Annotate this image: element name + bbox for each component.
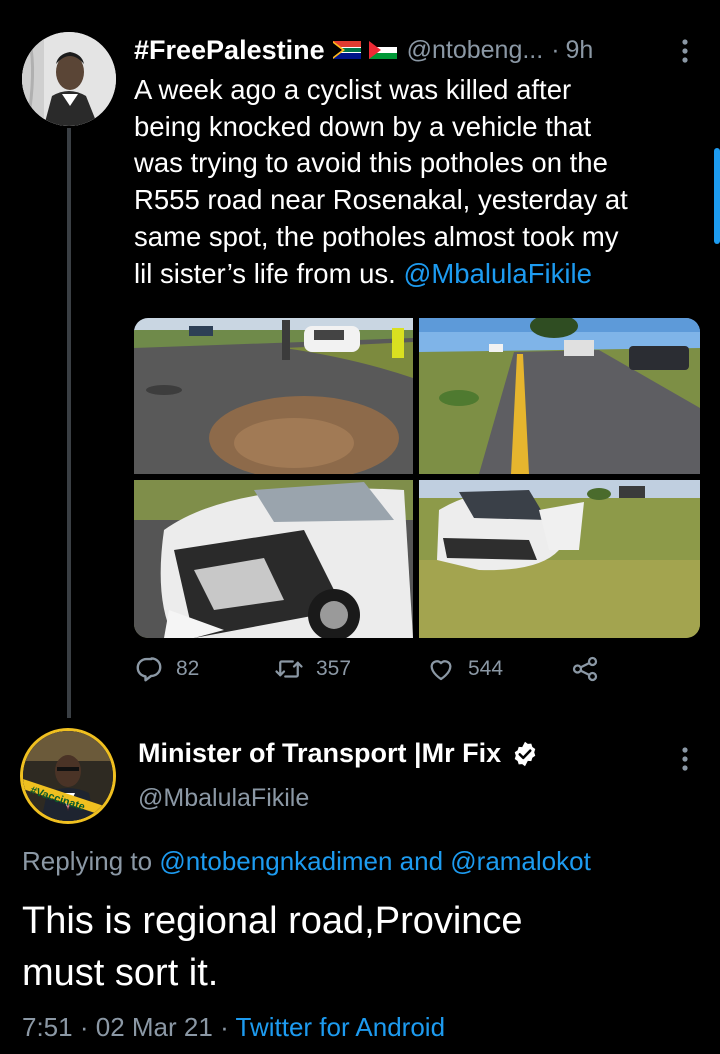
avatar[interactable]: #Vaccinate <box>20 728 116 824</box>
scrollbar[interactable] <box>714 148 720 244</box>
like-button[interactable]: 544 <box>426 654 503 684</box>
verified-icon <box>511 740 539 768</box>
photo-pothole-road[interactable] <box>134 318 413 474</box>
photo-car-in-grass[interactable] <box>419 480 700 638</box>
tweet-text-line: lil sister’s life from us. @MbalulaFikil… <box>134 256 694 293</box>
retweet-icon <box>275 660 303 678</box>
thread-connector-line <box>67 128 71 718</box>
replying-and: and <box>392 846 451 876</box>
separator-dot: · <box>220 1012 229 1042</box>
handle[interactable]: @MbalulaFikile <box>138 784 309 813</box>
time: 7:51 <box>22 1012 73 1042</box>
display-name[interactable]: #FreePalestine <box>134 35 325 66</box>
za-flag-icon <box>332 41 361 59</box>
palestine-flag-icon <box>368 41 397 59</box>
reply-icon <box>136 657 162 682</box>
tweet-text-line: R555 road near Rosenakal, yesterday at <box>134 184 628 216</box>
retweet-button[interactable]: 357 <box>274 654 351 684</box>
tweet-text-line: This is regional road,Province <box>22 900 523 942</box>
separator-dot: · <box>551 35 560 64</box>
tweet-text-line: was trying to avoid this potholes on the <box>134 147 608 179</box>
avatar[interactable] <box>22 32 116 126</box>
more-options-icon[interactable] <box>680 38 690 64</box>
separator-dot: · <box>79 1012 89 1042</box>
handle[interactable]: @ntobeng... <box>407 36 544 65</box>
share-button[interactable] <box>570 654 612 684</box>
mention-link[interactable]: @ntobengnkadimen <box>159 846 392 876</box>
tweet-text-line: same spot, the potholes almost took my <box>134 220 619 252</box>
replying-prefix: Replying to <box>22 846 160 876</box>
more-options-icon[interactable] <box>680 746 690 772</box>
photo-grid <box>134 318 700 638</box>
tweet-text-line: A week ago a cyclist was killed after <box>134 74 572 105</box>
tweet1-text: A week ago a cyclist was killed after be… <box>134 72 694 292</box>
tweet-text-line: must sort it. <box>22 952 219 994</box>
reply-count: 82 <box>176 657 200 680</box>
photo-damaged-car-closeup[interactable] <box>134 480 413 638</box>
tweet-text-line: being knocked down by a vehicle that <box>134 110 592 142</box>
tweet2-text: This is regional road,Province must sort… <box>22 895 702 999</box>
retweet-count: 357 <box>316 657 352 680</box>
mention-link[interactable]: @ramalokot <box>450 846 591 876</box>
tweet2-meta: 7:51 · 02 Mar 21 · Twitter for Android <box>22 1012 445 1043</box>
tweet-text-fragment: lil sister’s life from us. <box>134 257 404 289</box>
tweet2-display-name[interactable]: Minister of Transport |Mr Fix <box>138 738 539 769</box>
photo-road-yellow-line[interactable] <box>419 318 700 474</box>
date: 02 Mar 21 <box>95 1012 213 1042</box>
source-link[interactable]: Twitter for Android <box>236 1012 446 1042</box>
display-name[interactable]: Minister of Transport |Mr Fix <box>138 738 501 769</box>
tweet1-header: #FreePalestine @ntobeng... · 9h <box>134 30 593 70</box>
share-icon <box>572 656 598 682</box>
timestamp[interactable]: 9h <box>566 36 594 65</box>
twitter-thread-screen: #FreePalestine @ntobeng... · 9h A week a… <box>0 0 720 1054</box>
like-count: 544 <box>468 657 504 680</box>
mention-link[interactable]: @MbalulaFikile <box>403 258 591 289</box>
like-icon <box>430 660 452 681</box>
reply-button[interactable]: 82 <box>134 654 199 684</box>
tweet1-action-bar: 82 357 544 <box>134 654 604 694</box>
replying-to: Replying to @ntobengnkadimen and @ramalo… <box>22 846 591 877</box>
